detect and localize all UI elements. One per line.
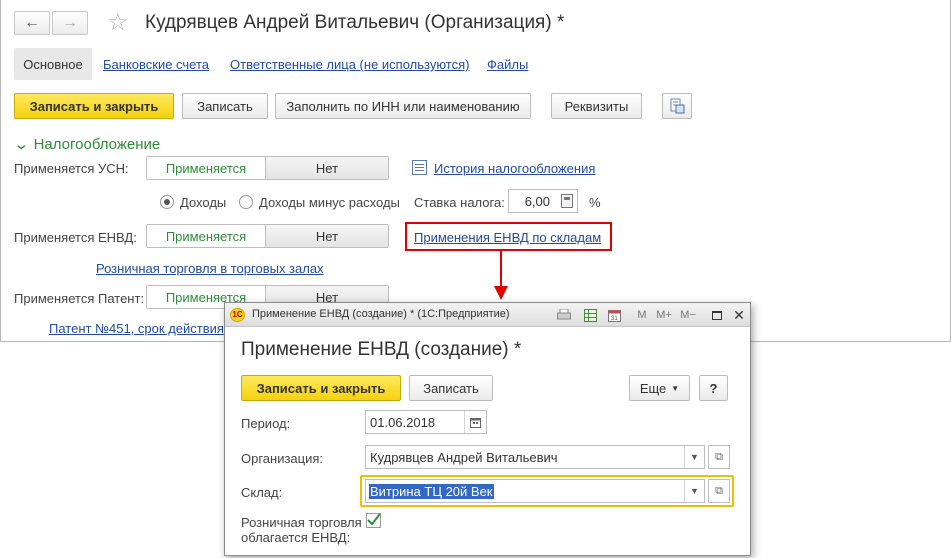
warehouse-field[interactable]: Витрина ТЦ 20й Век ▼ (365, 479, 705, 503)
warehouse-label: Склад: (241, 485, 283, 500)
memory-m-icon[interactable]: M (634, 307, 650, 323)
checkmark-icon (367, 513, 381, 526)
usn-option-no[interactable]: Нет (266, 157, 388, 179)
requisites-button[interactable]: Реквизиты (551, 93, 642, 119)
warehouse-value: Витрина ТЦ 20й Век (369, 483, 494, 499)
usn-label: Применяется УСН: (14, 161, 129, 176)
retail-envd-checkbox[interactable] (366, 513, 381, 528)
dialog-titlebar: 1С Применение ЕНВД (создание) * (1С:Пред… (225, 303, 750, 327)
highlight-box (405, 222, 612, 251)
radio-income[interactable] (160, 195, 174, 209)
organization-field[interactable]: Кудрявцев Андрей Витальевич ▼ (365, 445, 705, 469)
retail-envd-label-line1: Розничная торговля (241, 515, 362, 530)
open-window-icon: ⧉ (715, 484, 723, 497)
onec-logo-icon: 1С (230, 308, 245, 322)
fill-by-inn-button[interactable]: Заполнить по ИНН или наименованию (275, 93, 531, 119)
period-field[interactable]: 01.06.2018 (365, 410, 487, 434)
memory-plus-icon[interactable]: M+ (656, 307, 672, 323)
maximize-icon[interactable] (709, 307, 725, 323)
svg-text:31: 31 (611, 316, 618, 322)
radio-income-label: Доходы (180, 195, 227, 210)
arrow-left-icon: ← (24, 14, 40, 31)
more-button[interactable]: Еще ▼ (629, 375, 690, 401)
dialog-heading: Применение ЕНВД (создание) * (241, 339, 522, 360)
dialog-save-and-close-button[interactable]: Записать и закрыть (241, 375, 401, 401)
open-window-icon: ⧉ (715, 450, 723, 463)
warehouse-open-button[interactable]: ⧉ (708, 479, 730, 503)
save-and-close-button[interactable]: Записать и закрыть (14, 93, 174, 119)
arrow-down-icon (494, 250, 508, 300)
retail-envd-label: Розничная торговля облагается ЕНВД: (241, 515, 362, 545)
organization-dropdown-icon[interactable]: ▼ (684, 446, 704, 468)
back-button[interactable]: ← (14, 11, 50, 35)
radio-income-minus-expenses[interactable] (239, 195, 253, 209)
chevron-down-icon: ⌄ (13, 136, 30, 153)
section-title: Налогообложение (33, 136, 161, 153)
forward-button[interactable]: → (52, 11, 88, 35)
list-icon (412, 160, 427, 175)
calendar-picker-icon[interactable] (464, 411, 486, 433)
tab-files[interactable]: Файлы (487, 57, 528, 72)
radio-income-minus-label: Доходы минус расходы (259, 195, 400, 210)
tab-responsible-persons[interactable]: Ответственные лица (не используются) (230, 57, 469, 72)
page-title: Кудрявцев Андрей Витальевич (Организация… (145, 12, 565, 33)
tab-bank-accounts[interactable]: Банковские счета (103, 57, 209, 72)
retail-envd-label-line2: облагается ЕНВД: (241, 530, 351, 545)
tax-history-link[interactable]: История налогообложения (434, 161, 595, 176)
envd-toggle[interactable]: Применяется Нет (146, 224, 389, 248)
period-value: 01.06.2018 (370, 414, 436, 430)
usn-toggle[interactable]: Применяется Нет (146, 156, 389, 180)
patent-label: Применяется Патент: (14, 291, 145, 306)
main-window: ← → ☆ Кудрявцев Андрей Витальевич (Орган… (0, 0, 951, 342)
calculator-icon[interactable] (561, 194, 573, 208)
envd-option-no[interactable]: Нет (266, 225, 388, 247)
dialog-window-title: Применение ЕНВД (создание) * (1С:Предпри… (252, 308, 510, 320)
patent-link[interactable]: Патент №451, срок действия (49, 321, 224, 336)
envd-dialog: 1С Применение ЕНВД (создание) * (1С:Пред… (224, 302, 751, 556)
warehouse-dropdown-icon[interactable]: ▼ (684, 480, 704, 502)
favorite-star-icon[interactable]: ☆ (107, 10, 129, 36)
usn-option-applies[interactable]: Применяется (147, 157, 266, 179)
section-taxation[interactable]: ⌄ Налогообложение (13, 135, 161, 153)
organization-label: Организация: (241, 451, 324, 466)
calendar-icon[interactable]: 31 (606, 307, 622, 323)
print-document-button[interactable] (662, 93, 692, 119)
save-button[interactable]: Записать (182, 93, 268, 119)
period-label: Период: (241, 416, 291, 431)
caret-down-icon: ▼ (671, 383, 680, 393)
print-icon[interactable] (556, 307, 572, 323)
dialog-save-button[interactable]: Записать (409, 375, 493, 401)
memory-minus-icon[interactable]: M− (680, 307, 696, 323)
close-icon[interactable]: ✕ (731, 307, 747, 323)
organization-open-button[interactable]: ⧉ (708, 445, 730, 469)
tax-rate-label: Ставка налога: (414, 195, 505, 210)
envd-option-applies[interactable]: Применяется (147, 225, 266, 247)
tax-rate-field[interactable]: 6,00 (508, 189, 578, 213)
percent-label: % (589, 195, 601, 210)
envd-label: Применяется ЕНВД: (14, 230, 137, 245)
document-print-icon (670, 98, 685, 114)
tab-main[interactable]: Основное (14, 48, 92, 80)
arrow-right-icon: → (62, 14, 78, 31)
tax-rate-value: 6,00 (524, 193, 550, 209)
retail-trade-link[interactable]: Розничная торговля в торговых залах (96, 261, 324, 276)
organization-value: Кудрявцев Андрей Витальевич (370, 449, 558, 465)
more-label: Еще (639, 380, 667, 396)
help-button[interactable]: ? (699, 375, 728, 401)
spreadsheet-icon[interactable] (582, 307, 598, 323)
